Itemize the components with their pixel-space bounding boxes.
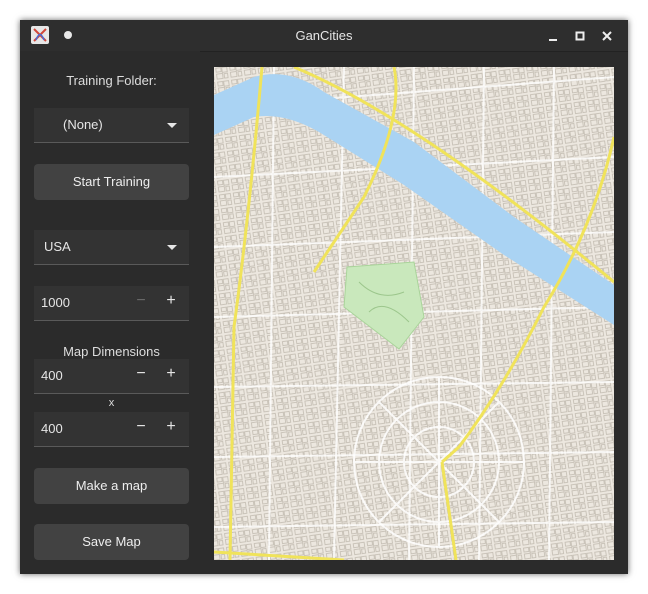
width-spinbox[interactable]: 400 − +: [34, 359, 189, 394]
training-folder-value: (None): [63, 117, 103, 132]
iterations-value[interactable]: 1000: [41, 295, 70, 310]
height-spinbox[interactable]: 400 − +: [34, 412, 189, 447]
region-value: USA: [44, 239, 71, 254]
start-training-button[interactable]: Start Training: [34, 164, 189, 200]
dimension-separator: x: [108, 397, 115, 409]
width-value[interactable]: 400: [41, 368, 63, 383]
decrement-button[interactable]: −: [134, 365, 148, 385]
increment-button[interactable]: +: [164, 292, 178, 312]
increment-button[interactable]: +: [164, 365, 178, 385]
training-folder-label: Training Folder:: [66, 73, 157, 88]
chevron-down-icon: [167, 123, 177, 128]
height-value[interactable]: 400: [41, 421, 63, 436]
save-map-button[interactable]: Save Map: [34, 524, 189, 560]
window-title: GanCities: [295, 28, 353, 43]
close-icon[interactable]: [599, 28, 615, 44]
chevron-down-icon: [167, 245, 177, 250]
minimize-icon[interactable]: [545, 28, 561, 44]
app-window: GanCities Training Folder: (None) Start …: [20, 20, 628, 574]
increment-button[interactable]: +: [164, 418, 178, 438]
iterations-spinbox[interactable]: 1000 − +: [34, 286, 189, 321]
region-dropdown[interactable]: USA: [34, 230, 189, 265]
decrement-button[interactable]: −: [134, 292, 148, 312]
training-folder-dropdown[interactable]: (None): [34, 108, 189, 143]
title-bar[interactable]: GanCities: [20, 20, 628, 52]
maximize-icon[interactable]: [572, 28, 588, 44]
map-dimensions-label: Map Dimensions: [63, 344, 160, 359]
control-panel: Training Folder: (None) Start Training U…: [20, 51, 200, 574]
make-map-button[interactable]: Make a map: [34, 468, 189, 504]
generated-map-image: [214, 67, 614, 560]
decrement-button[interactable]: −: [134, 418, 148, 438]
